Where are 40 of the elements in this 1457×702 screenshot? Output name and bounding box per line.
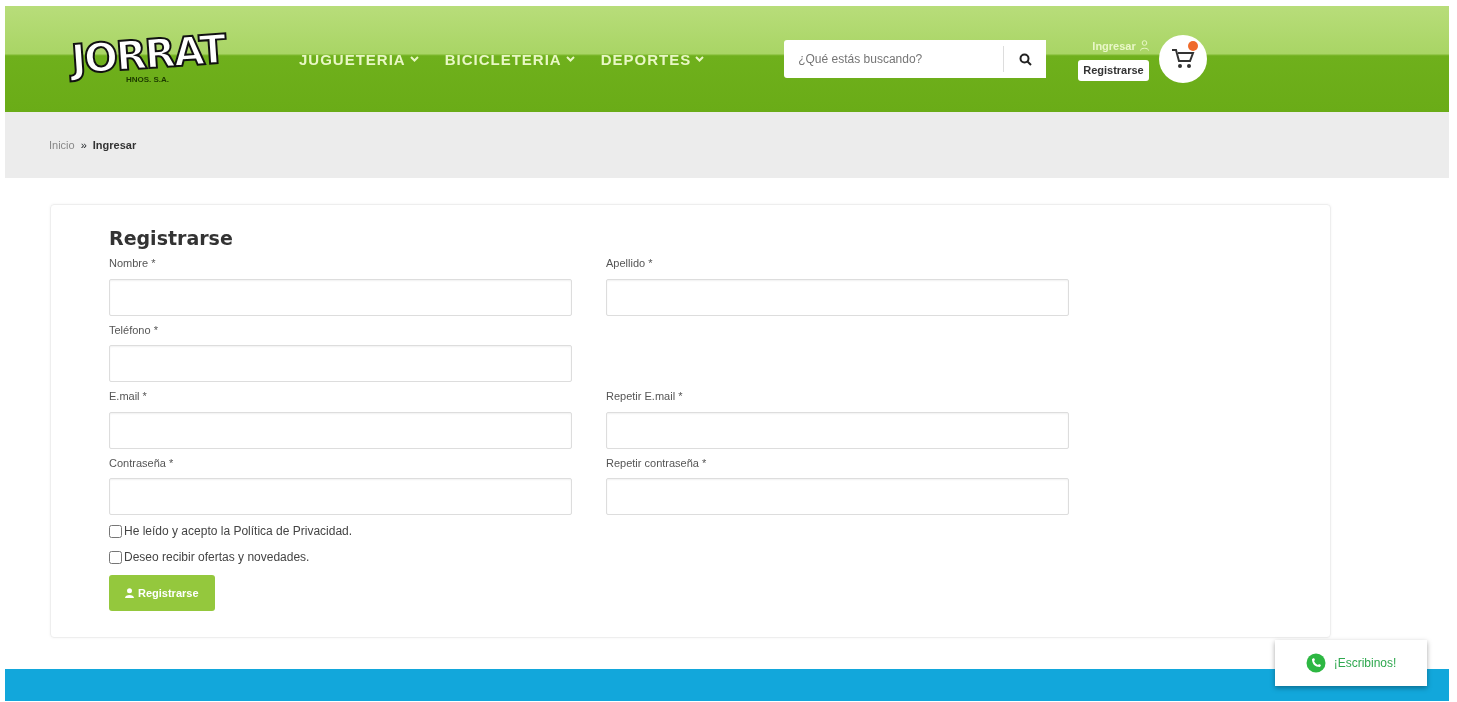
input-field[interactable] <box>606 278 1069 316</box>
checkbox-label: He leído y acepto la Política de Privacidad. <box>124 523 353 540</box>
search-field[interactable]: ¿Qué estás buscando? <box>784 40 1047 78</box>
input-field[interactable] <box>606 411 1069 449</box>
login-link[interactable]: Ingresar <box>1092 37 1136 54</box>
field-label: Nombre * <box>109 256 157 271</box>
checkbox[interactable] <box>109 524 122 538</box>
checkbox[interactable] <box>109 550 122 564</box>
cart-button[interactable] <box>1158 35 1207 83</box>
form-title: Registrarse <box>109 227 234 249</box>
register-button[interactable]: Registrarse <box>1078 60 1149 81</box>
input-field[interactable] <box>606 478 1069 515</box>
submit-button[interactable]: Registrarse <box>109 575 215 611</box>
input-field[interactable] <box>109 345 572 382</box>
breadcrumb-link[interactable]: Inicio <box>49 136 75 154</box>
nav-menu[interactable]: JUGUETERIA <box>299 50 419 68</box>
whatsapp-icon <box>1305 653 1326 673</box>
whatsapp-button[interactable]: ¡Escribinos! <box>1275 640 1427 686</box>
input-field[interactable] <box>109 411 572 449</box>
field-label: Contraseña * <box>109 455 175 471</box>
cart-icon <box>1170 48 1195 70</box>
notification-dot <box>1187 41 1198 51</box>
field-label: Repetir E.mail * <box>606 389 684 404</box>
checkbox-label: Deseo recibir ofertas y novedades. <box>124 549 310 566</box>
search-icon <box>1018 53 1032 67</box>
user-icon <box>1139 40 1149 52</box>
field-label: E.mail * <box>109 389 148 404</box>
nav-menu[interactable]: DEPORTES <box>600 50 705 68</box>
caret-icon <box>409 56 419 62</box>
breadcrumb-separator: » <box>80 137 87 153</box>
field-label: Apellido * <box>606 256 654 271</box>
breadcrumb-current: Ingresar <box>92 137 137 153</box>
caret-icon <box>695 56 705 62</box>
field-label: Repetir contraseña * <box>606 455 708 471</box>
caret-icon <box>565 56 575 62</box>
input-field[interactable] <box>109 278 572 316</box>
nav-menu[interactable]: BICICLETERIA <box>444 50 575 68</box>
user-icon <box>125 588 134 598</box>
field-label: Teléfono * <box>109 322 159 338</box>
input-field[interactable] <box>109 478 572 515</box>
